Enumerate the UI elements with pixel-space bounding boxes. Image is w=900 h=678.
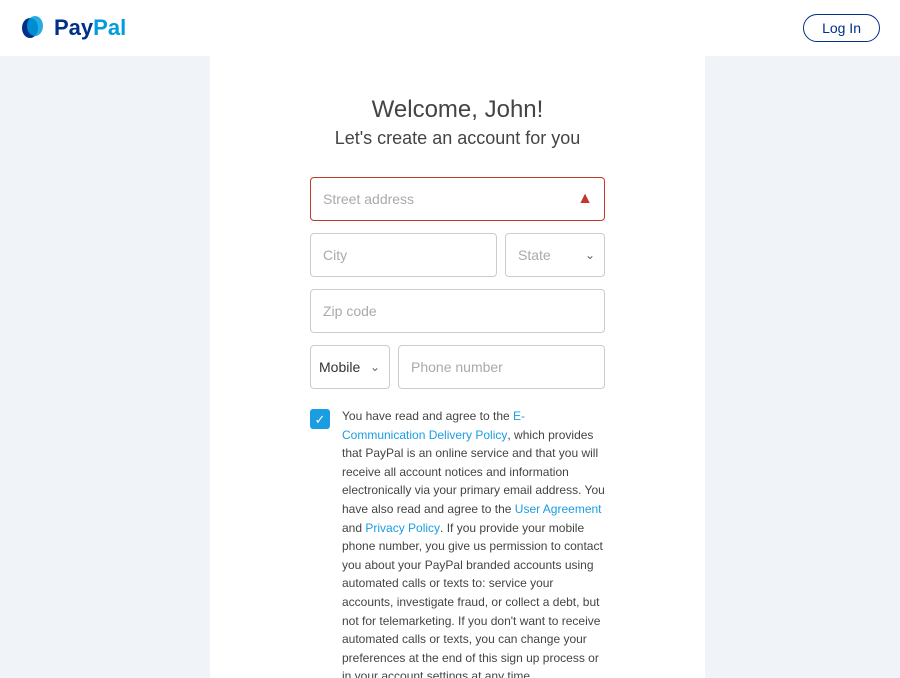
mobile-type-select[interactable]: Mobile Home Work — [310, 345, 390, 389]
street-address-field: ▲ — [310, 177, 605, 221]
state-select[interactable]: State ALAKAZAR CACOCTDE FLGAHIID ILINIAK… — [505, 233, 605, 277]
page-layout: Welcome, John! Let's create an account f… — [0, 56, 900, 678]
state-select-wrapper: State ALAKAZAR CACOCTDE FLGAHIID ILINIAK… — [505, 233, 605, 277]
zip-code-input[interactable] — [310, 289, 605, 333]
privacy-policy-link[interactable]: Privacy Policy — [365, 521, 440, 535]
phone-number-input[interactable] — [398, 345, 605, 389]
street-address-input[interactable] — [310, 177, 605, 221]
phone-row: Mobile Home Work ⌄ — [310, 345, 605, 389]
center-panel: Welcome, John! Let's create an account f… — [210, 56, 705, 678]
welcome-subtitle: Let's create an account for you — [335, 128, 581, 149]
header: PayPal Log In — [0, 0, 900, 56]
user-agreement-link[interactable]: User Agreement — [515, 502, 602, 516]
checkmark-icon: ✓ — [315, 413, 326, 426]
ecommunication-policy-link[interactable]: E-Communication Delivery Policy — [342, 409, 525, 442]
zip-code-field — [310, 289, 605, 333]
terms-checkbox[interactable]: ✓ — [310, 409, 330, 429]
sidebar-left — [0, 56, 210, 678]
logo-text: PayPal — [54, 15, 126, 41]
terms-row: ✓ You have read and agree to the E-Commu… — [310, 407, 605, 678]
sidebar-right — [705, 56, 900, 678]
paypal-logo-icon — [20, 14, 48, 42]
mobile-select-wrapper: Mobile Home Work ⌄ — [310, 345, 390, 389]
signup-form: ▲ State ALAKAZAR CACOCTDE FLGAHIID ILINI… — [310, 177, 605, 678]
terms-checkbox-wrapper[interactable]: ✓ — [310, 409, 330, 429]
city-input[interactable] — [310, 233, 497, 277]
terms-text: You have read and agree to the E-Communi… — [342, 407, 605, 678]
paypal-logo: PayPal — [20, 14, 126, 42]
city-state-row: State ALAKAZAR CACOCTDE FLGAHIID ILINIAK… — [310, 233, 605, 277]
city-field — [310, 233, 497, 277]
login-button[interactable]: Log In — [803, 14, 880, 42]
welcome-title: Welcome, John! — [372, 96, 544, 124]
